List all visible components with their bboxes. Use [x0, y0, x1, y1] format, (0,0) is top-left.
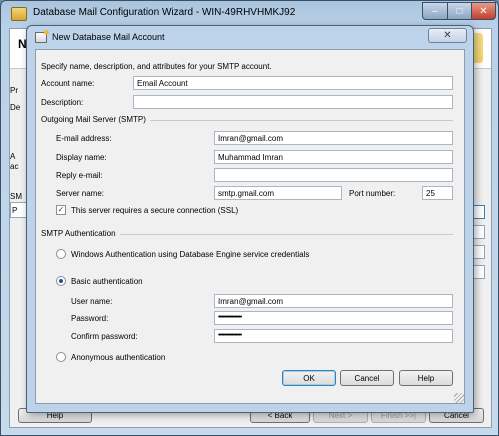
close-window-button[interactable]: ✕: [471, 2, 496, 20]
ok-button[interactable]: OK: [282, 370, 336, 386]
confirm-password-label: Confirm password:: [71, 332, 138, 341]
basic-auth-label: Basic authentication: [71, 277, 143, 286]
ghost-label-accounts-2: ac: [10, 162, 19, 171]
wizard-app-icon: [11, 7, 27, 21]
dialog-body: Specify name, description, and attribute…: [35, 49, 465, 404]
ssl-checkbox-label: This server requires a secure connection…: [71, 206, 239, 215]
ghost-label-profile: Pr: [10, 86, 18, 95]
ssl-checkbox[interactable]: ✓: [56, 205, 66, 215]
email-input[interactable]: Imran@gmail.com: [214, 131, 453, 145]
maximize-button[interactable]: □: [447, 2, 472, 20]
username-input[interactable]: Imran@gmail.com: [214, 294, 453, 308]
email-label: E-mail address:: [56, 134, 112, 143]
description-label: Description:: [41, 98, 84, 107]
auth-group-title: SMTP Authentication: [41, 229, 120, 238]
help-button[interactable]: Help: [399, 370, 453, 386]
resize-grip-icon[interactable]: [454, 393, 464, 403]
account-name-label: Account name:: [41, 79, 95, 88]
display-name-label: Display name:: [56, 153, 107, 162]
ghost-add-button[interactable]: [473, 205, 485, 219]
minimize-button[interactable]: –: [422, 2, 448, 20]
username-label: User name:: [71, 297, 113, 306]
server-name-label: Server name:: [56, 189, 105, 198]
windows-auth-radio[interactable]: [56, 249, 66, 259]
basic-auth-radio[interactable]: [56, 276, 66, 286]
wizard-window-title: Database Mail Configuration Wizard - WIN…: [33, 7, 296, 18]
anonymous-auth-label: Anonymous authentication: [71, 353, 166, 362]
password-label: Password:: [71, 314, 109, 323]
ghost-remove-button[interactable]: [473, 225, 485, 239]
ghost-label-accounts: A: [10, 152, 16, 161]
account-name-input[interactable]: Email Account: [133, 76, 453, 90]
ghost-label-smtp: SM: [10, 192, 22, 201]
anonymous-auth-radio[interactable]: [56, 352, 66, 362]
password-input[interactable]: ••••••••••••••••: [214, 311, 453, 325]
port-number-label: Port number:: [349, 189, 396, 198]
mail-account-icon: [35, 30, 49, 43]
ghost-move-down-button[interactable]: [473, 265, 485, 279]
ghost-label-description: De: [10, 103, 21, 112]
port-number-input[interactable]: 25: [422, 186, 453, 200]
dialog-title: New Database Mail Account: [52, 32, 165, 42]
ghost-move-up-button[interactable]: [473, 245, 485, 259]
dialog-close-button[interactable]: ✕: [428, 28, 467, 43]
smtp-group-title: Outgoing Mail Server (SMTP): [41, 115, 150, 124]
intro-text: Specify name, description, and attribute…: [41, 62, 272, 71]
ghost-list-header: P: [12, 206, 18, 215]
description-input[interactable]: [133, 95, 453, 109]
new-mail-account-dialog: New Database Mail Account ✕ Specify name…: [26, 25, 474, 413]
windows-auth-label: Windows Authentication using Database En…: [71, 250, 310, 259]
confirm-password-input[interactable]: ••••••••••••••••: [214, 329, 453, 343]
server-name-input[interactable]: smtp.gmail.com: [214, 186, 342, 200]
reply-email-label: Reply e-mail:: [56, 171, 103, 180]
reply-email-input[interactable]: [214, 168, 453, 182]
display-name-input[interactable]: Muhammad Imran: [214, 150, 453, 164]
cancel-button[interactable]: Cancel: [340, 370, 394, 386]
